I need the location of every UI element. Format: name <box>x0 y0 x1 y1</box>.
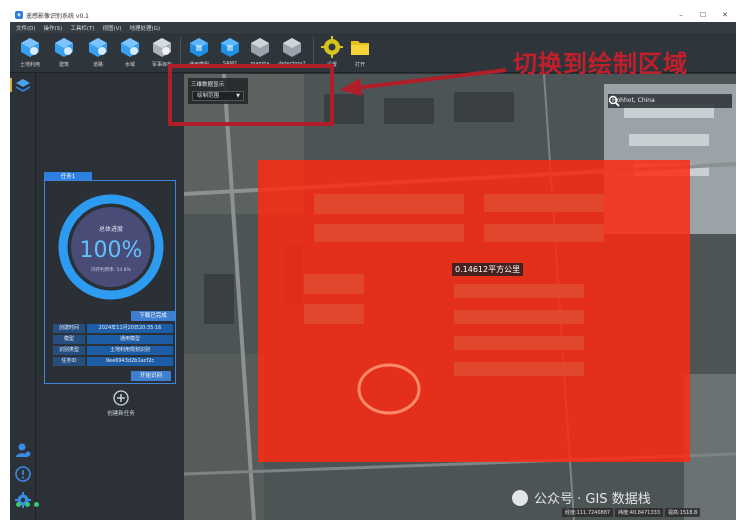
cube-icon <box>121 38 139 57</box>
coordinate-bar: 经度:111.7240887 纬度:40.8471333 视高:1518.8 <box>560 508 701 517</box>
tool-land-use[interactable]: 土地利用 <box>14 36 46 72</box>
info-row-model: 模型 通用模型 <box>53 335 173 344</box>
task-card: 总体进度 100% 内存利用率: 54.8% 下载已完成 创建时间 2024年1… <box>44 180 176 384</box>
status-dot <box>25 502 30 507</box>
tool-label: 道路 <box>92 62 103 68</box>
info-icon[interactable] <box>15 466 31 482</box>
active-indicator <box>10 78 12 92</box>
area-measurement-label: 0.14612平方公里 <box>452 263 524 276</box>
progress-gauge: 总体进度 100% 内存利用率: 54.8% <box>58 194 164 300</box>
box-icon <box>190 38 208 57</box>
view-height-readout: 视高:1518.8 <box>665 508 701 517</box>
start-recognition-button[interactable]: 开始识别 <box>131 371 171 381</box>
latitude-readout: 纬度:40.8471333 <box>615 508 663 517</box>
layers-icon[interactable] <box>15 78 31 94</box>
menu-bar: 文件(D) 操作(S) 工具栏(T) 视图(V) 地理处理(G) <box>10 22 736 33</box>
folder-icon <box>351 41 369 55</box>
box-icon <box>221 38 239 57</box>
status-dots <box>16 502 43 507</box>
info-row-created: 创建时间 2024年11月20日20:35:16 <box>53 324 173 333</box>
user-icon[interactable] <box>15 442 31 458</box>
cube-icon <box>21 38 39 57</box>
task-panel: 任务1 总体进度 100% 内存利用率: 54.8% 下载已完成 创建时间 20… <box>36 74 184 520</box>
info-row-type: 识别类型 土地利用规划识别 <box>53 346 173 355</box>
info-value: 9ee6943d2b1acf2c <box>87 357 173 366</box>
menu-geoprocessing[interactable]: 地理处理(G) <box>130 24 161 32</box>
box-icon <box>283 38 301 57</box>
info-key: 识别类型 <box>53 346 85 355</box>
maximize-button[interactable]: ☐ <box>692 8 714 22</box>
annotation-highlight-box <box>168 64 334 126</box>
app-logo-icon: ◈ <box>15 11 23 19</box>
progress-value: 100% <box>80 238 143 263</box>
tool-label: 土地利用 <box>19 62 40 68</box>
left-icon-strip <box>10 74 36 520</box>
map-view[interactable]: 三维数据显示 绘制范围 ▼ Hohhot, China 0.14612平方公里 … <box>184 74 736 520</box>
status-dot <box>34 502 39 507</box>
create-task-button[interactable]: 创建新任务 <box>96 390 146 417</box>
tool-road[interactable]: 道路 <box>82 36 114 72</box>
search-icon[interactable] <box>608 95 620 107</box>
usage-text: 内存利用率: 54.8% <box>91 266 131 273</box>
info-key: 模型 <box>53 335 85 344</box>
info-key: 任务ID <box>53 357 85 366</box>
plus-circle-icon <box>113 390 129 406</box>
menu-toolbar[interactable]: 工具栏(T) <box>70 24 94 32</box>
box-icon <box>251 38 269 57</box>
cube-icon <box>89 38 107 57</box>
status-dot <box>16 502 21 507</box>
title-bar: ◈ 遥感影像识别系统 v0.1 – ☐ ✕ <box>10 8 736 22</box>
info-value: 通用模型 <box>87 335 173 344</box>
menu-view[interactable]: 视图(V) <box>102 24 121 32</box>
menu-file[interactable]: 文件(D) <box>16 24 36 32</box>
window-title: 遥感影像识别系统 v0.1 <box>26 12 90 20</box>
watermark-text: 公众号 · GIS 数据栈 <box>534 492 651 507</box>
close-button[interactable]: ✕ <box>714 8 736 22</box>
tool-water[interactable]: 水域 <box>114 36 146 72</box>
tool-label: 建筑 <box>58 62 69 68</box>
create-task-label: 创建新任务 <box>107 411 135 417</box>
progress-title: 总体进度 <box>99 225 123 233</box>
longitude-readout: 经度:111.7240887 <box>562 508 614 517</box>
info-row-task-id: 任务ID 9ee6943d2b1acf2c <box>53 357 173 366</box>
tool-label: 水域 <box>124 62 135 68</box>
annotation-arrow-icon <box>340 68 507 96</box>
satellite-imagery <box>184 74 736 520</box>
gear-icon <box>321 36 343 58</box>
download-complete-button[interactable]: 下载已完成 <box>131 311 175 321</box>
annotation-text: 切换到绘制区域 <box>513 50 688 78</box>
menu-operate[interactable]: 操作(S) <box>44 24 63 32</box>
info-value: 2024年11月20日20:35:16 <box>87 324 173 333</box>
minimize-button[interactable]: – <box>670 8 692 22</box>
cube-icon <box>153 38 171 57</box>
info-key: 创建时间 <box>53 324 85 333</box>
info-value: 土地利用规划识别 <box>87 346 173 355</box>
cube-icon <box>55 38 73 57</box>
watermark: 公众号 · GIS 数据栈 <box>512 488 651 507</box>
tool-building[interactable]: 建筑 <box>48 36 80 72</box>
location-search-input[interactable]: Hohhot, China <box>608 94 732 108</box>
wechat-icon <box>512 489 528 506</box>
